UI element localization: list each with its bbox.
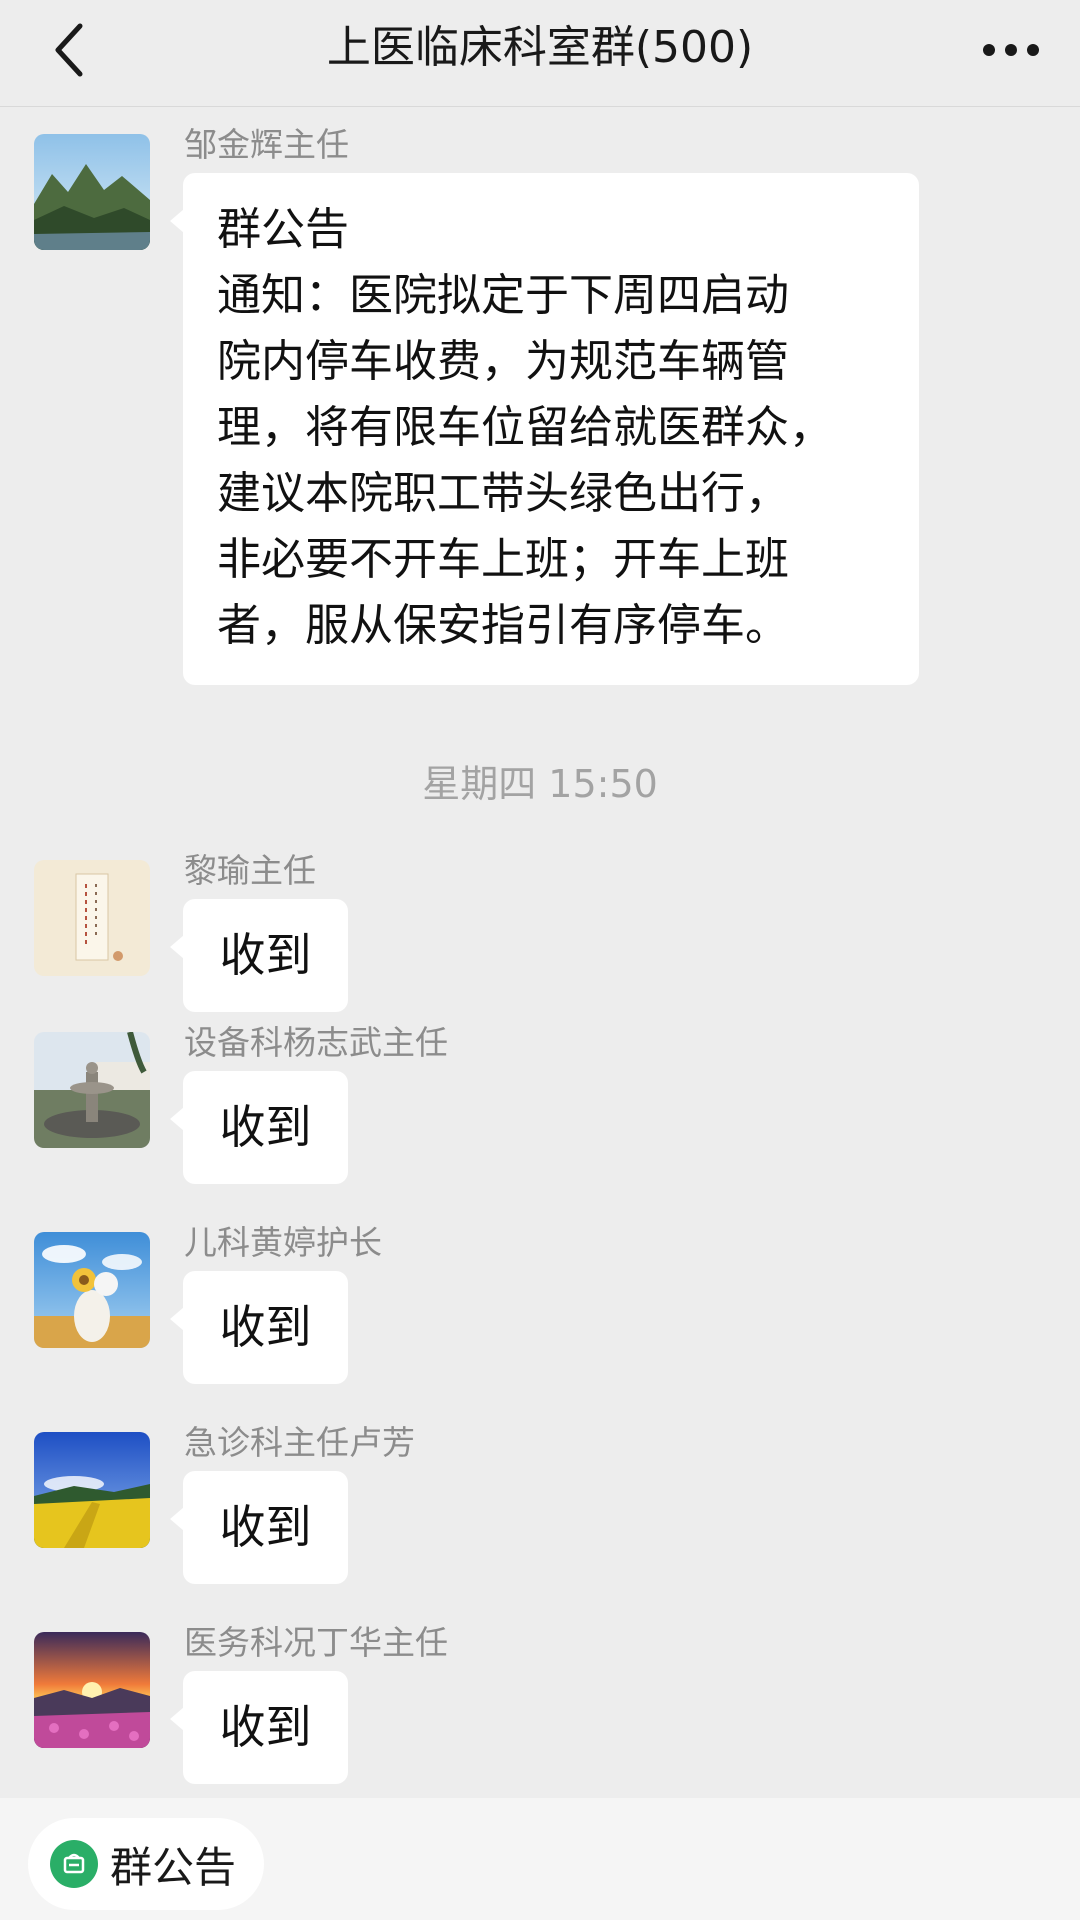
calligraphy-avatar[interactable] — [34, 860, 150, 976]
flowers-sky-image — [34, 1232, 150, 1348]
calligraphy-image — [34, 860, 150, 976]
sender-name: 急诊科主任卢芳 — [184, 1423, 415, 1462]
sender-name: 儿科黄婷护长 — [184, 1223, 382, 1262]
message-bubble[interactable]: 收到 — [170, 899, 348, 1012]
chat-title: 上医临床科室群(500) — [326, 22, 754, 73]
notice-title: 群公告 — [217, 204, 349, 255]
sender-name: 邹金辉主任 — [184, 125, 349, 164]
flowers-sky-avatar[interactable] — [34, 1232, 150, 1348]
message-bubble[interactable]: 收到 — [170, 1271, 348, 1384]
fountain-avatar[interactable] — [34, 1032, 150, 1148]
rapeseed-field-image — [34, 1432, 150, 1548]
rapeseed-field-avatar[interactable] — [34, 1432, 150, 1548]
chat-message-list[interactable]: 邹金辉主任 群公告 通知：医院拟定于下周四启动 院内停车收费，为规范车辆管 理，… — [0, 107, 1080, 1797]
notice-bubble[interactable]: 群公告 通知：医院拟定于下周四启动 院内停车收费，为规范车辆管 理，将有限车位留… — [170, 173, 919, 685]
bottom-bar: 群公告 — [0, 1798, 1080, 1920]
message-bubble[interactable]: 收到 — [170, 1471, 348, 1584]
chevron-left-icon — [55, 23, 83, 77]
group-notice-button[interactable]: 群公告 — [28, 1818, 264, 1910]
mountain-landscape-avatar[interactable] — [34, 134, 150, 250]
sunset-flowers-avatar[interactable] — [34, 1632, 150, 1748]
sender-name: 黎瑜主任 — [184, 851, 316, 890]
sender-name: 医务科况丁华主任 — [184, 1623, 448, 1662]
more-dots-icon — [983, 44, 1039, 56]
sender-name: 设备科杨志武主任 — [184, 1023, 448, 1062]
message-bubble[interactable]: 收到 — [170, 1671, 348, 1784]
group-notice-label: 群公告 — [110, 1842, 237, 1892]
back-button[interactable] — [38, 18, 102, 82]
more-button[interactable] — [966, 18, 1056, 82]
time-divider: 星期四 15:50 — [422, 762, 658, 806]
nav-bar: 上医临床科室群(500) — [0, 0, 1080, 107]
message-bubble[interactable]: 收到 — [170, 1071, 348, 1184]
announcement-icon — [50, 1840, 98, 1888]
notice-text: 通知：医院拟定于下周四启动 院内停车收费，为规范车辆管 理，将有限车位留给就医群… — [217, 270, 833, 651]
sunset-flowers-image — [34, 1632, 150, 1748]
fountain-image — [34, 1032, 150, 1148]
mountain-landscape-image — [34, 134, 150, 250]
